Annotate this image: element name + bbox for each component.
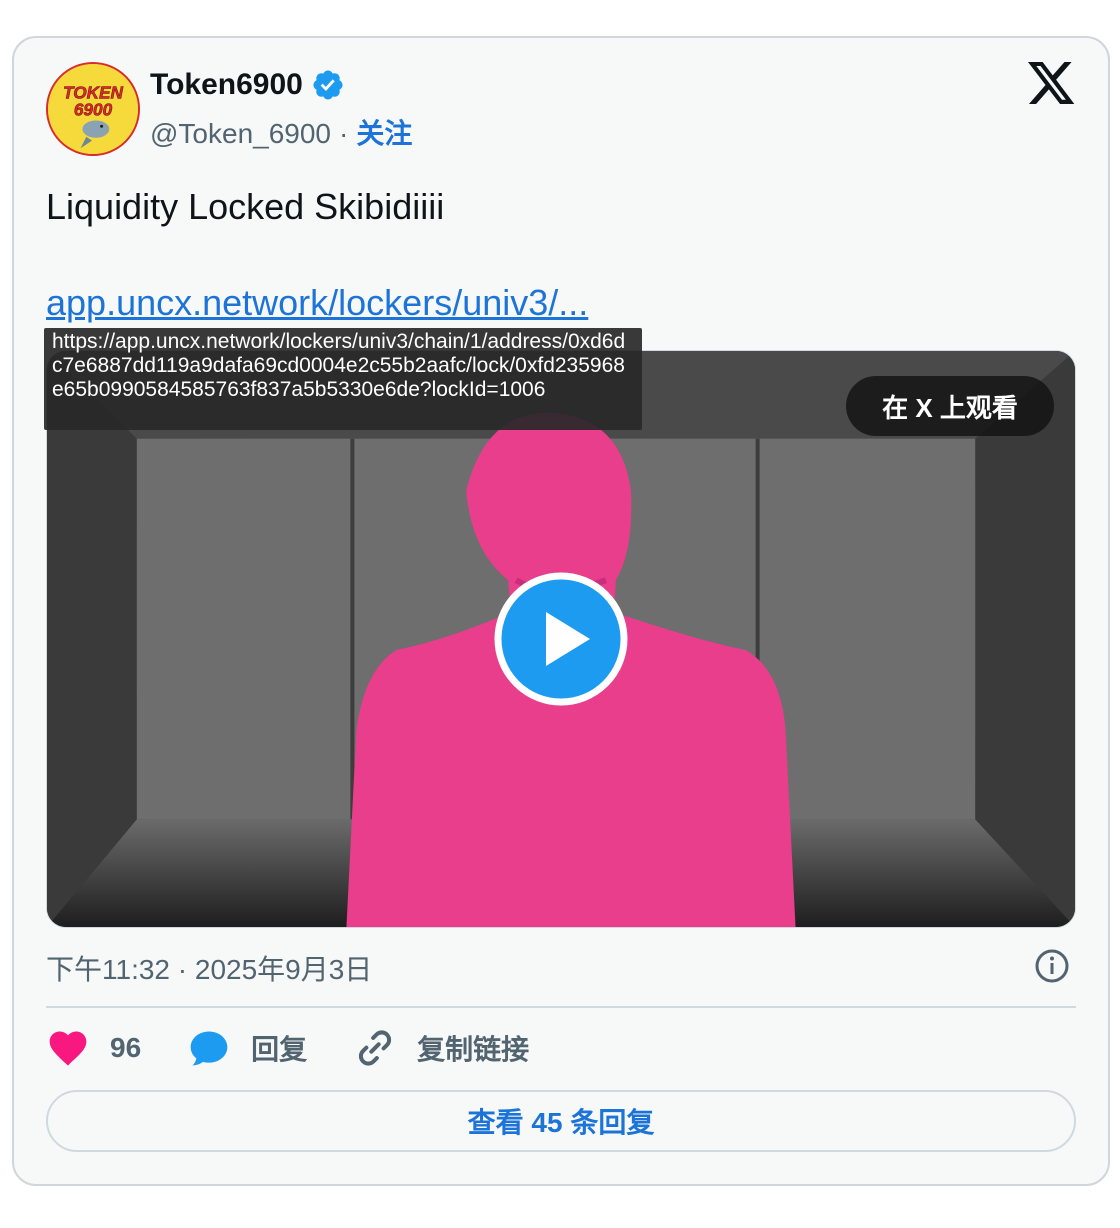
like-count: 96	[110, 1032, 142, 1063]
handle-separator: ·	[339, 118, 349, 149]
author-name-text: Token6900	[150, 68, 303, 101]
verified-badge-icon	[311, 68, 345, 102]
author-subline: @Token_6900 · 关注	[150, 112, 412, 152]
tweet-link[interactable]: app.uncx.network/lockers/univ3/...	[46, 282, 588, 324]
link-tooltip: https://app.uncx.network/lockers/univ3/c…	[44, 328, 642, 430]
avatar-logo-icon: TOKEN 6900	[48, 64, 138, 154]
avatar[interactable]: TOKEN 6900	[46, 62, 140, 156]
reply-button[interactable]: 回复	[187, 1026, 307, 1070]
link-icon	[359, 1030, 392, 1066]
action-bar: 96 回复 复制链接	[46, 1026, 575, 1070]
x-logo-icon[interactable]	[1028, 62, 1076, 106]
copy-link-label: 复制链接	[417, 1034, 530, 1065]
author-handle[interactable]: @Token_6900	[150, 118, 331, 150]
view-replies-button[interactable]: 查看 45 条回复	[46, 1090, 1076, 1152]
reply-label: 回复	[251, 1034, 308, 1065]
tweet-text: Liquidity Locked Skibidiiii	[46, 186, 445, 227]
copy-link-button[interactable]: 复制链接	[353, 1026, 529, 1070]
reply-bubble-icon	[190, 1031, 228, 1066]
play-button-icon[interactable]	[494, 572, 628, 706]
heart-icon	[49, 1031, 87, 1066]
tweet-timestamp[interactable]: 下午11:32 · 2025年9月3日	[46, 948, 372, 988]
divider	[46, 1006, 1076, 1008]
watch-on-x-button[interactable]: 在 X 上观看	[846, 376, 1054, 436]
like-button[interactable]: 96	[46, 1026, 141, 1070]
info-icon[interactable]	[1034, 948, 1070, 984]
author-name[interactable]: Token6900	[150, 68, 345, 102]
follow-button[interactable]: 关注	[356, 112, 412, 152]
svg-text:6900: 6900	[74, 100, 113, 120]
